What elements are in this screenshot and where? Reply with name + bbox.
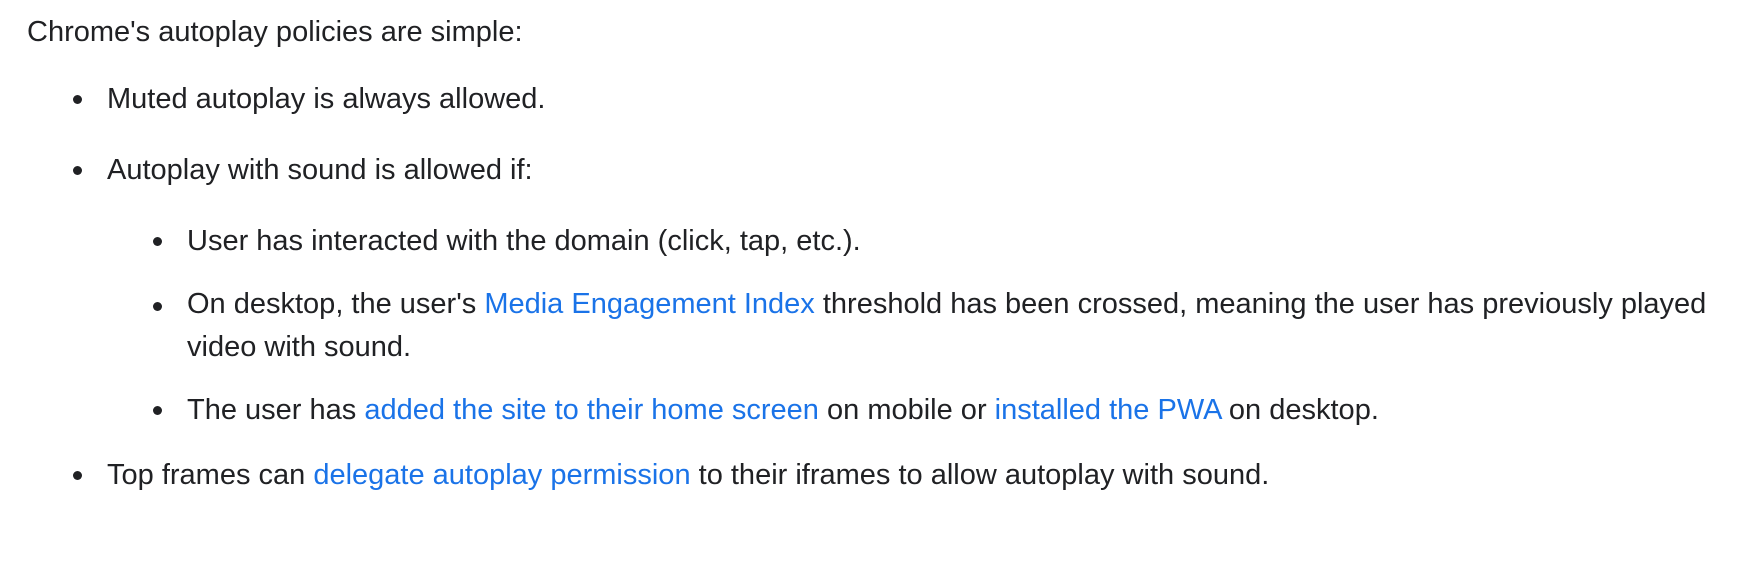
list-item-text: to their iframes to allow autoplay with … [690,459,1270,491]
policy-list-continued: Top frames can delegate autoplay permiss… [27,452,1747,499]
bullet-icon [73,471,82,480]
list-item-text: Autoplay with sound is allowed if: [107,154,533,186]
list-item: Top frames can delegate autoplay permiss… [27,452,1747,499]
list-item-text: Top frames can [107,459,314,491]
intro-paragraph: Chrome's autoplay policies are simple: [27,16,523,48]
list-item: Muted autoplay is always allowed. [27,76,1747,123]
article-content: Chrome's autoplay policies are simple: M… [27,12,1747,499]
bullet-icon [73,95,82,104]
list-item: On desktop, the user's Media Engagement … [27,283,1747,369]
bullet-icon [153,237,162,246]
list-item: Autoplay with sound is allowed if: [27,147,1747,194]
list-item-text: User has interacted with the domain (cli… [187,225,861,257]
list-item-text: on mobile or [818,394,995,426]
home-screen-link[interactable]: added the site to their home screen [364,394,819,426]
list-item: User has interacted with the domain (cli… [27,218,1747,265]
list-item-text: Muted autoplay is always allowed. [107,83,546,115]
list-item-text: On desktop, the user's [187,288,485,320]
bullet-icon [153,406,162,415]
policy-list: Muted autoplay is always allowed. Autopl… [27,76,1747,194]
bullet-icon [153,302,162,311]
bullet-icon [73,166,82,175]
sound-conditions-list: User has interacted with the domain (cli… [27,218,1747,434]
media-engagement-index-link[interactable]: Media Engagement Index [484,288,815,320]
delegate-autoplay-link[interactable]: delegate autoplay permission [313,459,690,491]
install-pwa-link[interactable]: installed the PWA [995,394,1221,426]
list-item-text: The user has [187,394,365,426]
list-item: The user has added the site to their hom… [27,387,1747,434]
list-item-text: on desktop. [1220,394,1379,426]
